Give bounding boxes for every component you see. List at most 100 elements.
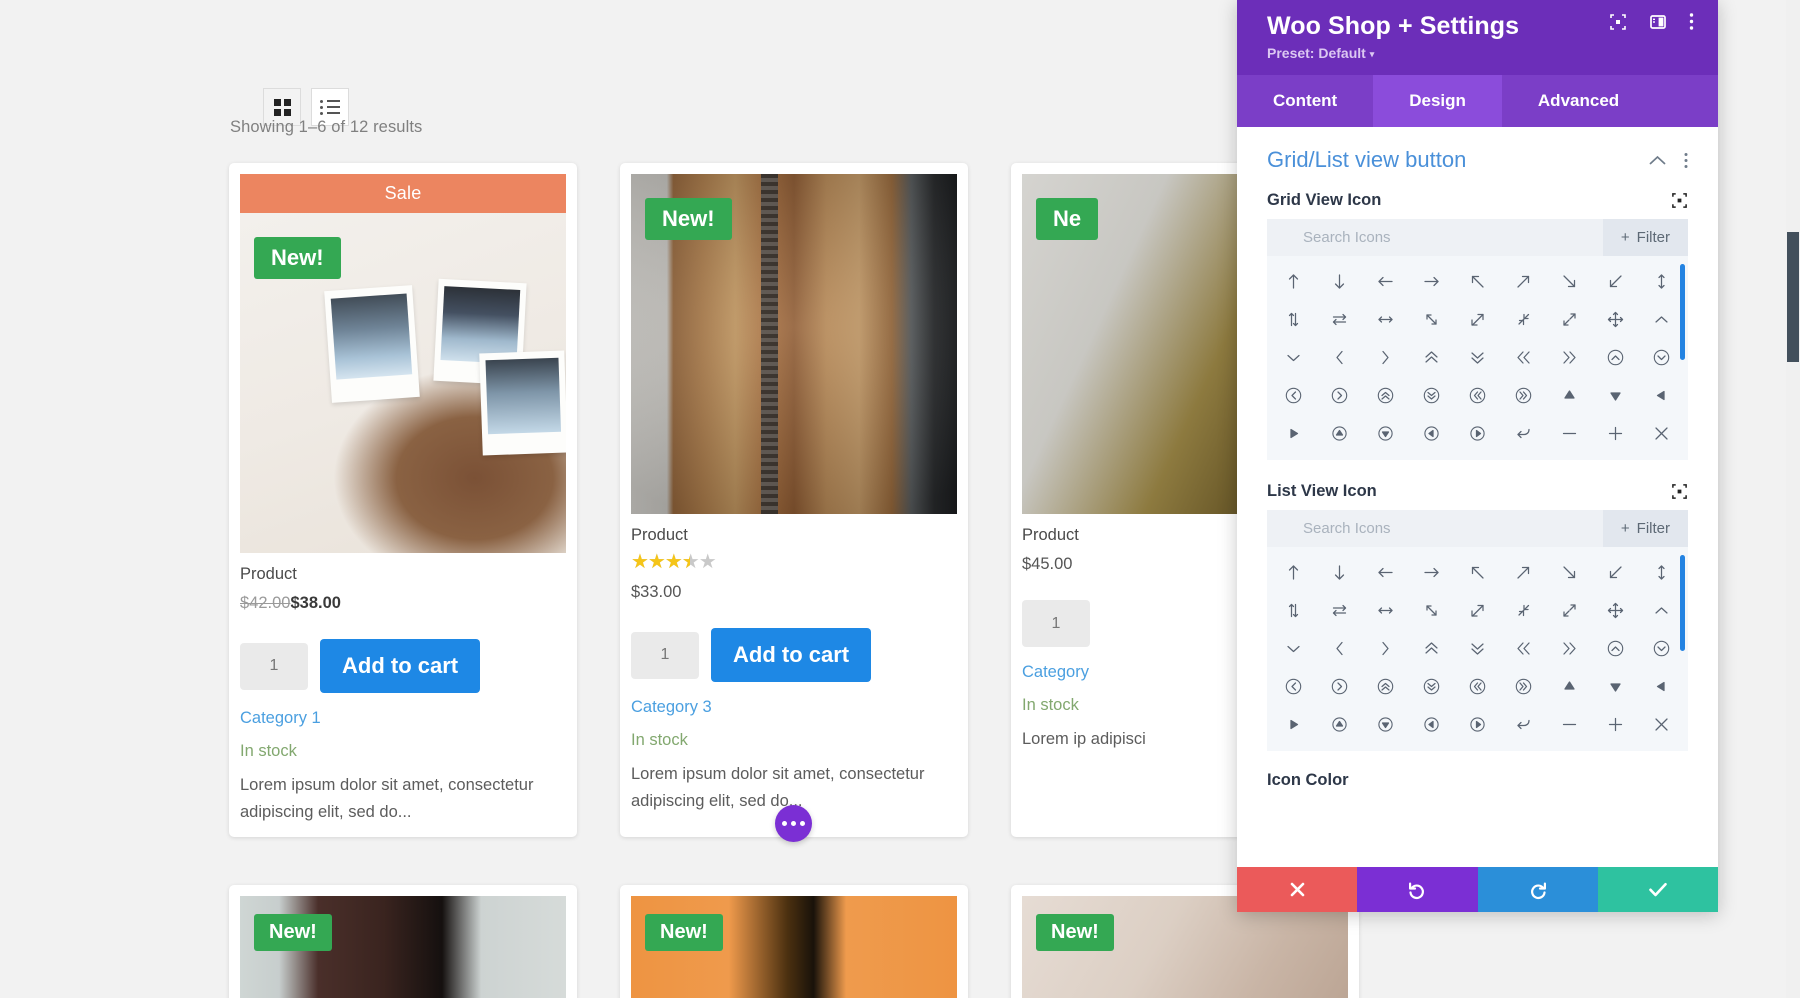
icon-option-triangle-right[interactable] (1271, 705, 1317, 743)
icon-option-circle-tri-left[interactable] (1409, 705, 1455, 743)
icon-option-expand-out[interactable] (1546, 591, 1592, 629)
icon-option-chevron-right[interactable] (1363, 629, 1409, 667)
page-scrollbar-thumb[interactable] (1787, 232, 1799, 362)
icon-option-circle-chevs-down[interactable] (1409, 667, 1455, 705)
icon-option-arrows-v[interactable] (1638, 262, 1684, 300)
icon-grid-scroll-area[interactable] (1267, 547, 1688, 751)
section-kebab-menu-icon[interactable] (1684, 152, 1688, 169)
icon-option-arrow-right[interactable] (1409, 553, 1455, 591)
icon-option-circle-chevs-down[interactable] (1409, 376, 1455, 414)
list-field-reset-focus-target-icon[interactable] (1671, 483, 1688, 500)
icon-search-input[interactable] (1267, 219, 1603, 256)
icon-grid-scroll-area[interactable] (1267, 256, 1688, 460)
icon-option-chevron-down[interactable] (1271, 629, 1317, 667)
icon-option-circle-chev-down[interactable] (1638, 338, 1684, 376)
icon-search-input[interactable] (1267, 510, 1603, 547)
icon-option-arrow-up-left[interactable] (1455, 262, 1501, 300)
grid-field-reset-focus-target-icon[interactable] (1671, 192, 1688, 209)
icon-option-return[interactable] (1500, 705, 1546, 743)
redo-button[interactable] (1477, 867, 1598, 912)
icon-option-chevrons-up[interactable] (1409, 629, 1455, 667)
icon-option-circle-tri-up[interactable] (1317, 705, 1363, 743)
icon-option-move[interactable] (1592, 591, 1638, 629)
more-options-button[interactable] (775, 805, 812, 842)
product-category-link[interactable]: Category 1 (240, 709, 566, 728)
product-category-link[interactable]: Category 3 (631, 698, 957, 717)
icon-option-triangle-down[interactable] (1592, 667, 1638, 705)
icon-option-circle-chevs-up[interactable] (1363, 667, 1409, 705)
icon-option-circle-dbl-right[interactable] (1500, 667, 1546, 705)
icon-option-arrow-up-left[interactable] (1455, 553, 1501, 591)
icon-option-collapse-in[interactable] (1500, 591, 1546, 629)
icon-option-circle-chev-up[interactable] (1592, 629, 1638, 667)
icon-option-triangle-down[interactable] (1592, 376, 1638, 414)
undo-button[interactable] (1357, 867, 1478, 912)
icon-option-circle-tri-down[interactable] (1363, 414, 1409, 452)
icon-option-arrows-h[interactable] (1363, 591, 1409, 629)
icon-option-arrows-v2[interactable] (1271, 591, 1317, 629)
icon-option-arrow-left[interactable] (1363, 553, 1409, 591)
chevron-up-icon[interactable] (1649, 155, 1666, 166)
icon-option-circle-dbl-left[interactable] (1455, 376, 1501, 414)
icon-option-expand[interactable] (1455, 300, 1501, 338)
icon-option-triangle-left[interactable] (1638, 376, 1684, 414)
icon-option-expand-out[interactable] (1546, 300, 1592, 338)
icon-option-chevron-left[interactable] (1317, 629, 1363, 667)
quantity-input[interactable] (631, 631, 699, 679)
icon-option-triangle-up[interactable] (1546, 667, 1592, 705)
kebab-menu-icon[interactable] (1689, 12, 1694, 31)
product-title[interactable]: Product (631, 526, 957, 545)
icon-option-arrow-up[interactable] (1271, 262, 1317, 300)
icon-option-chevron-down[interactable] (1271, 338, 1317, 376)
icon-option-arrows-exchange[interactable] (1317, 591, 1363, 629)
icon-grid-scrollbar[interactable] (1680, 264, 1685, 360)
icon-option-return[interactable] (1500, 414, 1546, 452)
tab-design[interactable]: Design (1373, 75, 1502, 127)
icon-option-arrow-up-right[interactable] (1500, 262, 1546, 300)
icon-option-dbl-left[interactable] (1500, 338, 1546, 376)
icon-option-close[interactable] (1638, 414, 1684, 452)
icon-option-circle-dbl-right[interactable] (1500, 376, 1546, 414)
icon-option-circle-tri-up[interactable] (1317, 414, 1363, 452)
icon-option-dbl-right[interactable] (1546, 338, 1592, 376)
icon-option-chevrons-down[interactable] (1455, 629, 1501, 667)
icon-option-plus[interactable] (1592, 705, 1638, 743)
icon-option-circle-chev-left[interactable] (1271, 667, 1317, 705)
icon-option-circle-tri-left[interactable] (1409, 414, 1455, 452)
icon-option-circle-dbl-left[interactable] (1455, 667, 1501, 705)
add-to-cart-button[interactable]: Add to cart (320, 639, 481, 693)
icon-option-arrow-down-right[interactable] (1546, 262, 1592, 300)
icon-option-circle-chev-up[interactable] (1592, 338, 1638, 376)
icon-option-arrow-down-left[interactable] (1592, 262, 1638, 300)
icon-option-circle-tri-down[interactable] (1363, 705, 1409, 743)
page-scrollbar[interactable] (1786, 0, 1800, 998)
icon-option-resize-dr[interactable] (1409, 300, 1455, 338)
icon-option-arrow-down-left[interactable] (1592, 553, 1638, 591)
icon-option-close[interactable] (1638, 705, 1684, 743)
icon-grid-scrollbar[interactable] (1680, 555, 1685, 651)
icon-option-chevron-right[interactable] (1363, 338, 1409, 376)
icon-option-arrow-right[interactable] (1409, 262, 1455, 300)
icon-option-arrows-v[interactable] (1638, 553, 1684, 591)
icon-option-circle-chev-left[interactable] (1271, 376, 1317, 414)
icon-option-resize-dr[interactable] (1409, 591, 1455, 629)
panel-preset-selector[interactable]: Preset: Default ▾ (1267, 45, 1688, 61)
icon-option-chevron-left[interactable] (1317, 338, 1363, 376)
icon-option-arrows-exchange[interactable] (1317, 300, 1363, 338)
icon-option-triangle-left[interactable] (1638, 667, 1684, 705)
add-to-cart-button[interactable]: Add to cart (711, 628, 872, 682)
product-card[interactable]: New! (229, 884, 577, 998)
icon-option-arrow-up-right[interactable] (1500, 553, 1546, 591)
icon-option-chevrons-up[interactable] (1409, 338, 1455, 376)
focus-target-icon[interactable] (1609, 13, 1627, 31)
quantity-input[interactable] (1022, 600, 1090, 647)
product-image[interactable]: New! (631, 895, 957, 998)
icon-option-arrow-down[interactable] (1317, 553, 1363, 591)
quantity-input[interactable] (240, 642, 308, 690)
icon-option-arrow-left[interactable] (1363, 262, 1409, 300)
product-image[interactable]: New! (631, 174, 957, 514)
icon-option-arrow-up[interactable] (1271, 553, 1317, 591)
layout-panel-icon[interactable] (1649, 13, 1667, 31)
icon-option-chevron-up[interactable] (1638, 300, 1684, 338)
icon-option-collapse-in[interactable] (1500, 300, 1546, 338)
